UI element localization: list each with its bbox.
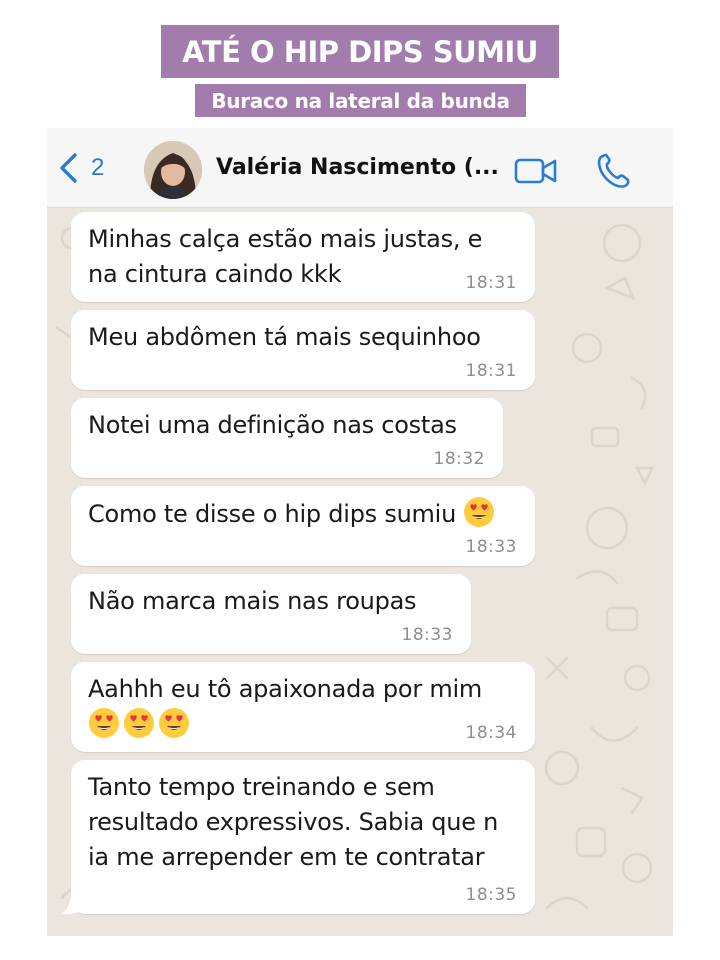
message-time: 18:32 (433, 449, 485, 469)
bubble-tail (61, 896, 79, 915)
message-bubble-3[interactable]: Notei uma definição nas costas 18:32 (71, 398, 503, 478)
message-time: 18:31 (465, 273, 517, 293)
video-camera-icon[interactable] (514, 156, 558, 186)
message-text: Não marca mais nas roupas (88, 587, 417, 615)
heart-eyes-emoji-icon (123, 707, 155, 739)
message-text: Como te disse o hip dips sumiu (88, 496, 519, 532)
message-time: 18:35 (465, 885, 517, 905)
message-bubble-4[interactable]: Como te disse o hip dips sumiu 18:33 (71, 486, 535, 566)
back-button[interactable]: 2 (57, 150, 117, 186)
phone-icon[interactable] (594, 152, 634, 190)
avatar-photo (144, 141, 202, 199)
message-bubble-6[interactable]: Aahhh eu tô apaixonada por mim 18:34 (71, 662, 535, 752)
heart-eyes-emoji-icon (463, 496, 495, 528)
heart-eyes-emoji-icon (88, 707, 120, 739)
chat-header: 2 Valéria Nascimento (... (47, 128, 673, 208)
message-text: Meu abdômen tá mais sequinhoo (88, 323, 481, 351)
message-text: Minhas calça estão mais justas, e na cin… (88, 225, 483, 288)
chevron-left-icon (60, 153, 77, 183)
chat-screenshot: 2 Valéria Nascimento (... Minhas calça e… (47, 128, 673, 936)
contact-name[interactable]: Valéria Nascimento (... (216, 155, 506, 180)
message-text: Aahhh eu tô apaixonada por mim (88, 672, 519, 743)
message-time: 18:33 (465, 537, 517, 557)
message-text-content: Como te disse o hip dips sumiu (88, 500, 457, 528)
message-text: Notei uma definição nas costas (88, 411, 457, 439)
message-text-content: Aahhh eu tô apaixonada por mim (88, 675, 483, 703)
unread-count: 2 (91, 154, 105, 181)
message-bubble-5[interactable]: Não marca mais nas roupas 18:33 (71, 574, 471, 654)
avatar[interactable] (144, 141, 202, 199)
message-time: 18:34 (465, 723, 517, 743)
heart-eyes-emoji-icon (158, 707, 190, 739)
banner-title: ATÉ O HIP DIPS SUMIU (161, 25, 559, 78)
message-bubble-2[interactable]: Meu abdômen tá mais sequinhoo 18:31 (71, 310, 535, 390)
message-bubble-1[interactable]: Minhas calça estão mais justas, e na cin… (71, 212, 535, 302)
message-text: Tanto tempo treinando e sem resultado ex… (88, 773, 499, 871)
message-bubble-7[interactable]: Tanto tempo treinando e sem resultado ex… (71, 760, 535, 914)
message-time: 18:33 (401, 625, 453, 645)
banner-subtitle: Buraco na lateral da bunda (195, 84, 526, 117)
message-time: 18:31 (465, 361, 517, 381)
